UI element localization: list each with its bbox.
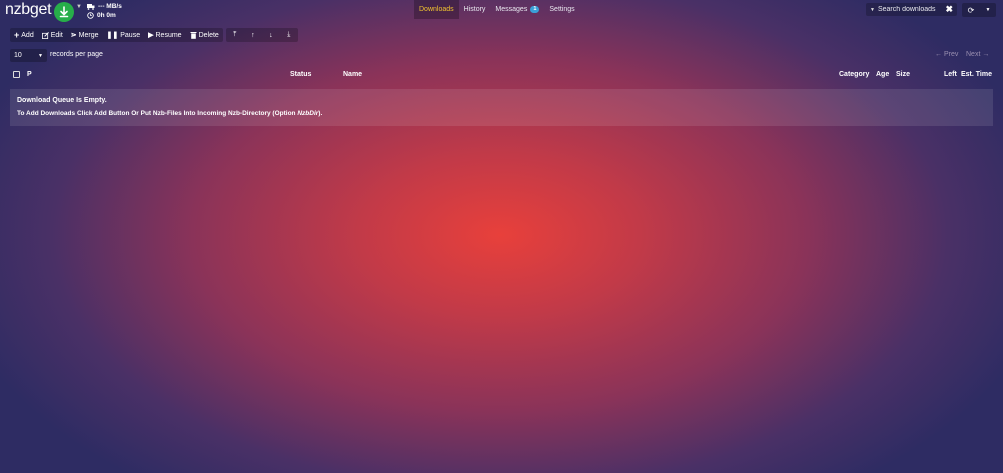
pause-icon: ❚❚ <box>106 32 119 39</box>
page-size-select[interactable]: 10 ▼ <box>10 49 47 62</box>
delete-button[interactable]: Delete <box>186 28 223 42</box>
move-bottom-button[interactable]: ⤓ <box>280 28 298 42</box>
merge-icon: ⋗ <box>70 32 77 39</box>
refresh-icon: ⟳ <box>967 5 975 15</box>
table-header: P Status Name Category Age Size Left Est… <box>10 70 993 82</box>
column-est-time[interactable]: Est. Time <box>961 71 992 78</box>
resume-button[interactable]: ▶ Resume <box>144 28 185 42</box>
truck-icon <box>87 3 95 10</box>
remaining-time: 0h 0m <box>97 12 116 19</box>
tab-messages-label: Messages <box>495 6 528 13</box>
clear-search-icon[interactable]: ✖ <box>945 4 953 15</box>
edit-button[interactable]: Edit <box>38 28 67 42</box>
main-tabs: Downloads History Messages 1 Settings <box>414 0 580 19</box>
search-box: ▼ ✖ <box>866 3 957 16</box>
arrow-down-icon: ↓ <box>269 31 273 39</box>
column-left[interactable]: Left <box>944 71 957 78</box>
download-arrow-icon <box>59 6 69 18</box>
move-down-button[interactable]: ↓ <box>262 28 280 42</box>
search-options-caret-icon[interactable]: ▼ <box>870 7 875 13</box>
logo: nzbget <box>5 1 52 18</box>
move-button-group: ⤒ ↑ ↓ ⤓ <box>225 28 298 42</box>
next-page-link[interactable]: Next → <box>966 51 989 58</box>
search-input[interactable] <box>877 6 942 13</box>
select-all-checkbox[interactable] <box>13 71 20 78</box>
empty-queue-hint: To Add Downloads Click Add Button Or Put… <box>17 110 986 117</box>
column-category[interactable]: Category <box>839 71 869 78</box>
empty-hint-end: ). <box>318 110 323 117</box>
add-button[interactable]: + Add <box>10 28 38 42</box>
edit-label: Edit <box>50 31 63 39</box>
column-age[interactable]: Age <box>876 71 889 78</box>
move-top-icon: ⤒ <box>233 31 237 38</box>
delete-label: Delete <box>198 31 219 39</box>
page-size-value: 10 <box>14 52 22 59</box>
clock-icon <box>87 12 94 19</box>
merge-button[interactable]: ⋗ Merge <box>67 28 103 42</box>
records-per-page-label: records per page <box>50 51 103 58</box>
move-bottom-icon: ⤓ <box>287 31 291 38</box>
refresh-caret-icon: ▼ <box>985 7 991 13</box>
messages-count-badge: 1 <box>530 6 540 13</box>
add-label: Add <box>21 31 34 39</box>
tab-settings[interactable]: Settings <box>544 0 579 19</box>
edit-icon <box>41 31 49 39</box>
speed-indicator[interactable]: --- MB/s 0h 0m <box>87 2 122 20</box>
tab-downloads[interactable]: Downloads <box>414 0 459 19</box>
resume-label: Resume <box>155 31 182 39</box>
column-priority[interactable]: P <box>27 71 32 78</box>
status-menu-caret-icon[interactable]: ▼ <box>76 4 82 10</box>
action-button-group: + Add Edit ⋗ Merge ❚❚ Pause ▶ Resume Del… <box>10 28 223 42</box>
empty-queue-message: Download Queue Is Empty. To Add Download… <box>10 89 993 126</box>
top-navbar: nzbget ▼ --- MB/s 0h 0m Downloads Histor… <box>0 0 1003 22</box>
pause-label: Pause <box>120 31 141 39</box>
empty-hint-text: To Add Downloads Click Add Button Or Put… <box>17 110 298 117</box>
tab-history[interactable]: History <box>459 0 491 19</box>
pause-button[interactable]: ❚❚ Pause <box>103 28 145 42</box>
refresh-button[interactable]: ⟳ ▼ <box>962 3 996 17</box>
column-size[interactable]: Size <box>896 71 910 78</box>
empty-queue-title: Download Queue Is Empty. <box>17 97 107 104</box>
plus-icon: + <box>14 30 20 40</box>
option-name: NzbDir <box>297 110 319 117</box>
arrow-up-icon: ↑ <box>251 31 255 39</box>
move-top-button[interactable]: ⤒ <box>226 28 244 42</box>
move-up-button[interactable]: ↑ <box>244 28 262 42</box>
chevron-down-icon: ▼ <box>38 52 43 59</box>
trash-icon <box>190 32 197 39</box>
column-name[interactable]: Name <box>343 71 362 78</box>
play-icon: ▶ <box>148 32 154 39</box>
prev-page-link[interactable]: ← Prev <box>935 51 958 58</box>
column-status[interactable]: Status <box>290 71 311 78</box>
download-status-button[interactable] <box>54 2 74 22</box>
tab-messages[interactable]: Messages 1 <box>490 0 544 19</box>
speed-value: --- MB/s <box>98 3 122 10</box>
queue-toolbar: + Add Edit ⋗ Merge ❚❚ Pause ▶ Resume Del… <box>10 28 301 42</box>
merge-label: Merge <box>78 31 99 39</box>
